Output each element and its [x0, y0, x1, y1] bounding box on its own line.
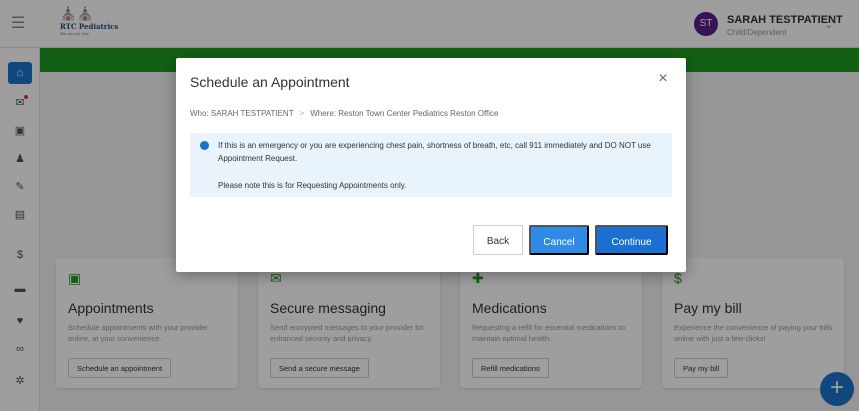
info-icon — [200, 141, 209, 150]
dialog-title: Schedule an Appointment — [190, 74, 350, 90]
schedule-appointment-dialog: Schedule an Appointment × Who: SARAH TES… — [176, 58, 686, 272]
emergency-alert: If this is an emergency or you are exper… — [190, 133, 672, 197]
breadcrumb-who: Who: SARAH TESTPATIENT — [190, 109, 294, 118]
close-icon[interactable]: × — [655, 70, 671, 88]
cancel-button[interactable]: Cancel — [529, 225, 589, 255]
breadcrumb: Who: SARAH TESTPATIENT > Where: Reston Tow… — [190, 109, 498, 118]
alert-note: Please note this is for Requesting Appoi… — [218, 181, 407, 190]
continue-button[interactable]: Continue — [595, 225, 668, 255]
alert-text: If this is an emergency or you are exper… — [218, 141, 651, 163]
chevron-right-icon: > — [299, 109, 305, 118]
breadcrumb-where: Where: Reston Town Center Pediatrics Res… — [310, 109, 499, 118]
back-button[interactable]: Back — [473, 225, 523, 255]
